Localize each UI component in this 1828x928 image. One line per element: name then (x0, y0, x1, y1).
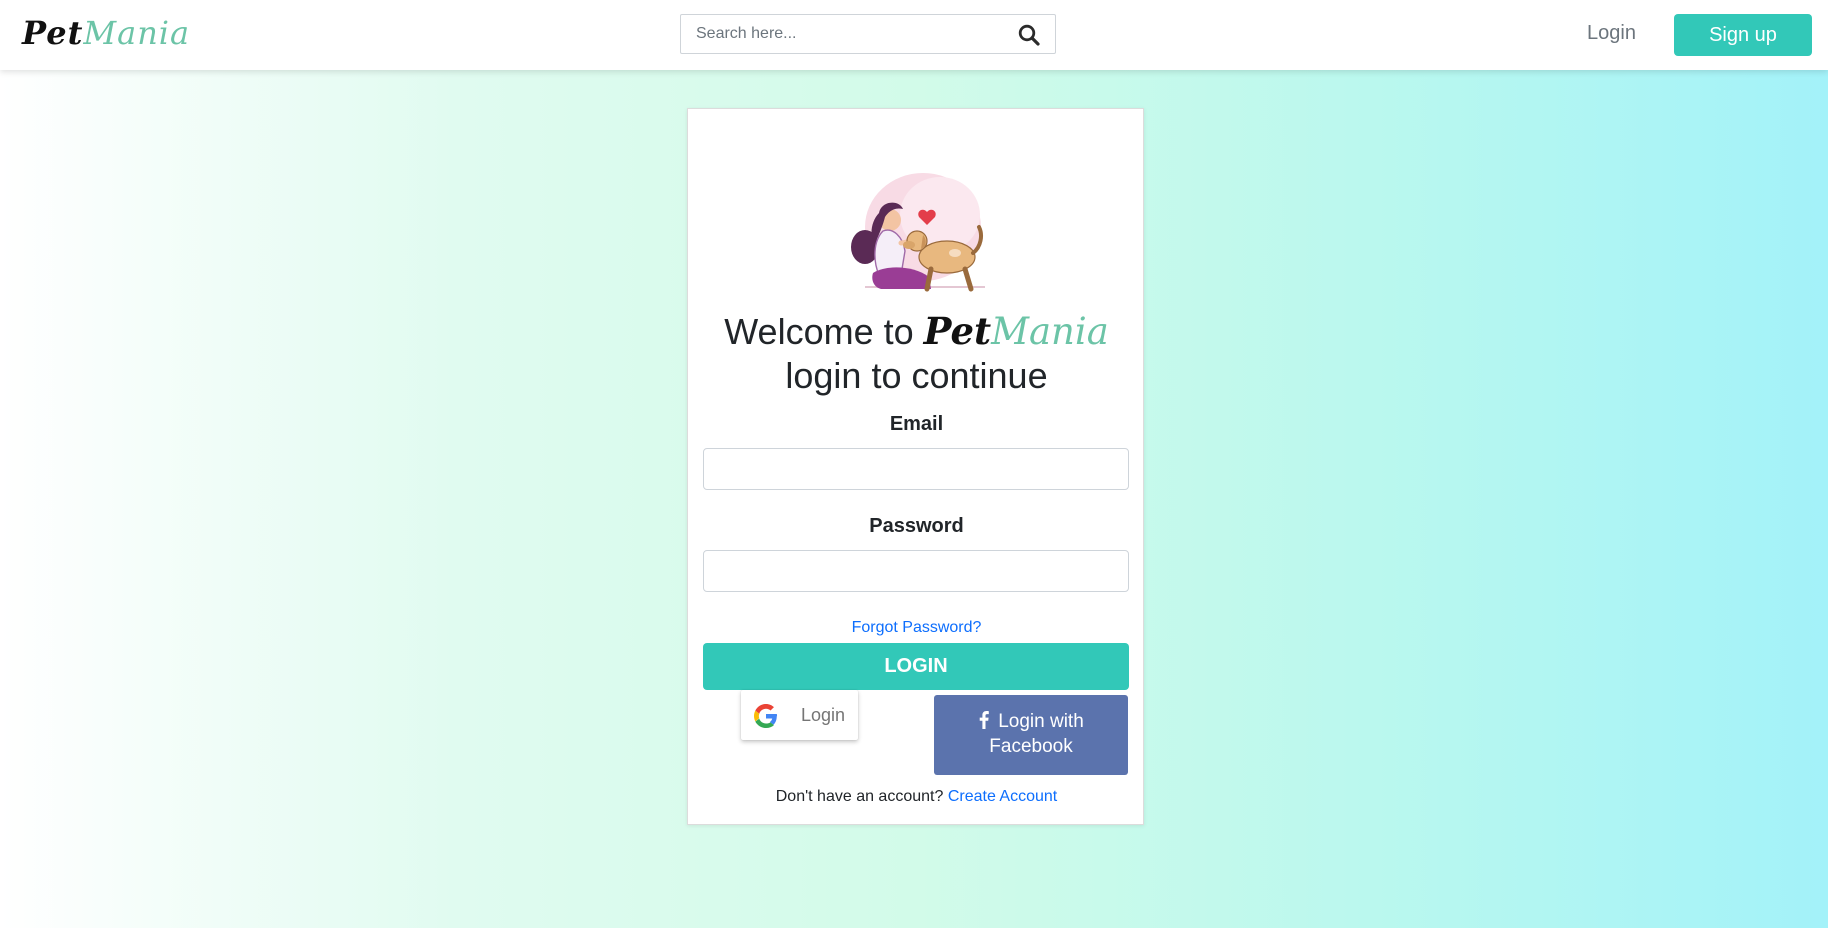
login-button[interactable]: LOGIN (703, 643, 1129, 690)
password-label: Password (869, 515, 964, 537)
signup-prompt: Don't have an account? Create Account (688, 788, 1145, 806)
brand-mania: Mania (991, 310, 1109, 353)
facebook-login-button[interactable]: Login with Facebook (934, 695, 1128, 775)
nav-login-link[interactable]: Login (1587, 22, 1636, 45)
google-login-label: Login (801, 705, 846, 725)
facebook-login-label: Login with Facebook (989, 711, 1084, 757)
password-field[interactable] (703, 550, 1129, 592)
create-account-link[interactable]: Create Account (948, 788, 1057, 805)
facebook-icon (978, 711, 990, 729)
login-card: Welcome to PetMania login to continue Em… (687, 108, 1144, 825)
google-icon (754, 704, 778, 728)
brand-name: PetMania (923, 309, 1109, 353)
forgot-password-link[interactable]: Forgot Password? (688, 619, 1145, 637)
email-field[interactable] (703, 448, 1129, 490)
welcome-heading: Welcome to PetMania (688, 309, 1145, 354)
navbar: PetMania Login Sign up (0, 0, 1828, 70)
welcome-prefix: Welcome to (724, 311, 914, 352)
woman-with-dog-illustration (845, 165, 995, 300)
brand-pet: Pet (923, 309, 992, 353)
email-label: Email (889, 413, 944, 435)
search-input[interactable] (681, 15, 1001, 53)
google-login-button[interactable]: Login (741, 690, 858, 740)
login-subtitle: login to continue (785, 355, 1048, 396)
logo-pet: Pet (22, 14, 84, 52)
no-account-text: Don't have an account? (775, 788, 944, 805)
signup-button[interactable]: Sign up (1674, 14, 1812, 56)
search-bar (680, 14, 1056, 54)
site-logo[interactable]: PetMania (22, 14, 190, 52)
logo-mania: Mania (83, 14, 191, 52)
search-icon[interactable] (1017, 23, 1041, 47)
